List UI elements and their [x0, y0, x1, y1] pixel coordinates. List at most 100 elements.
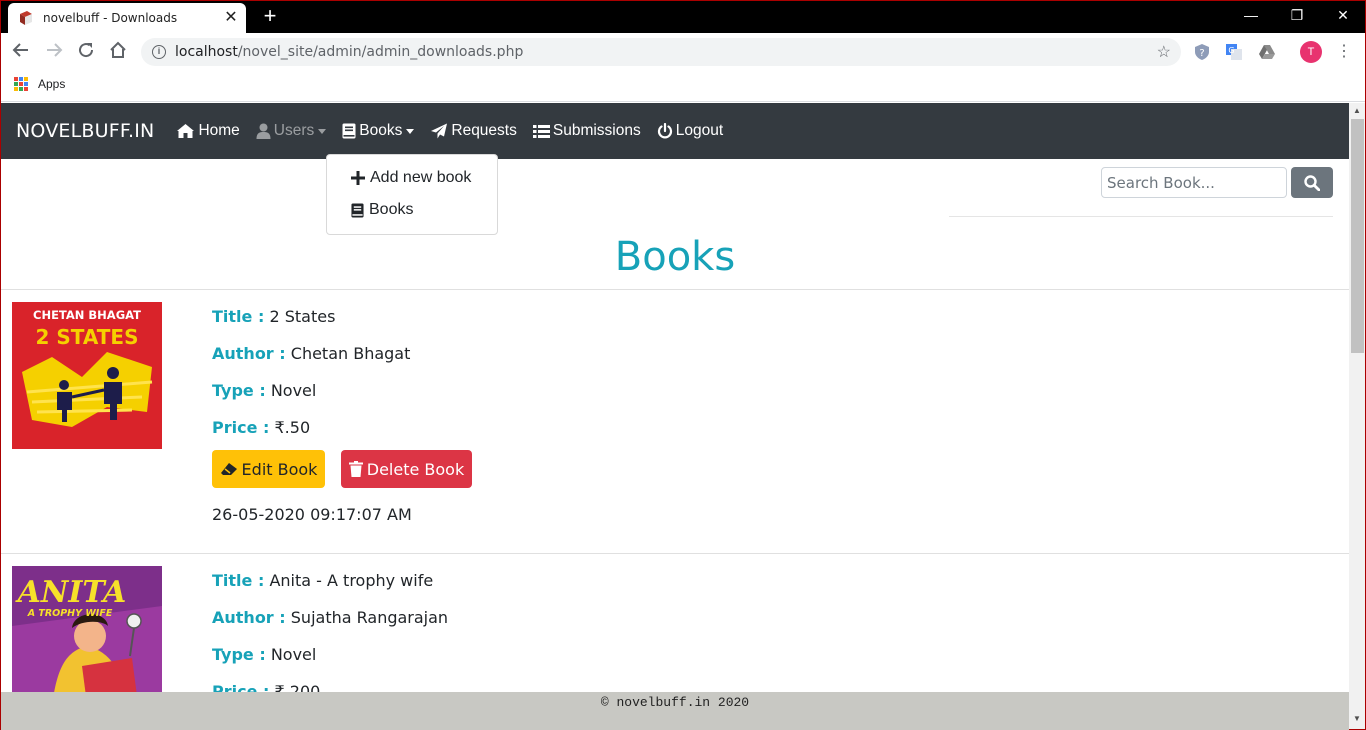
url-host: localhost [175, 44, 238, 60]
title-label: Title : [212, 571, 265, 590]
search-button[interactable] [1291, 167, 1333, 198]
nav-item-logout[interactable]: Logout [657, 122, 723, 140]
book-row: CHETAN BHAGAT 2 STATES Title : 2 States … [1, 290, 1349, 553]
address-url[interactable]: localhost/novel_site/admin/admin_downloa… [175, 44, 1157, 60]
book-price-field: Price : ₹.50 [212, 418, 310, 437]
book-author-field: Author : Sujatha Rangarajan [212, 608, 448, 627]
browser-titlebar: novelbuff - Downloads ✕ + ― ❐ ✕ [0, 0, 1366, 33]
edit-book-label: Edit Book [241, 459, 318, 479]
site-navbar: NOVELBUFF.IN Home Users Books Requests S… [1, 103, 1349, 159]
site-info-icon[interactable]: i [152, 45, 166, 59]
scroll-down-icon[interactable]: ▼ [1353, 714, 1361, 723]
cover-title-text: 2 STATES [35, 325, 138, 349]
list-icon [532, 124, 550, 138]
book-author: Sujatha Rangarajan [290, 608, 449, 627]
nav-item-home[interactable]: Home [176, 122, 240, 140]
page-scrollbar[interactable]: ▲ ▼ [1349, 103, 1366, 730]
nav-home-label: Home [198, 122, 240, 139]
minimize-icon[interactable]: ― [1228, 4, 1274, 28]
drive-extension-icon[interactable] [1258, 43, 1276, 61]
edit-book-button[interactable]: Edit Book [212, 450, 325, 488]
nav-submissions-label: Submissions [552, 122, 641, 139]
dropdown-item-books[interactable]: Books [351, 201, 413, 219]
book-type: Novel [270, 645, 317, 664]
profile-avatar[interactable]: T [1300, 41, 1322, 63]
cover-title-text: ANITA [15, 575, 127, 610]
user-icon [256, 123, 271, 139]
nav-item-users[interactable]: Users [256, 122, 327, 140]
new-tab-icon[interactable]: + [258, 5, 282, 29]
window-close-icon[interactable]: ✕ [1320, 4, 1366, 28]
reload-icon[interactable] [74, 41, 98, 65]
apps-shortcut[interactable]: Apps [14, 77, 65, 91]
nav-item-submissions[interactable]: Submissions [532, 122, 641, 140]
restore-icon[interactable]: ❐ [1274, 4, 1320, 28]
url-path: /novel_site/admin/admin_downloads.php [237, 44, 524, 60]
eraser-icon [220, 463, 237, 475]
type-label: Type : [212, 645, 266, 664]
plus-icon [351, 171, 365, 185]
trash-icon [348, 461, 363, 477]
svg-text:G: G [1228, 46, 1234, 55]
scrollbar-thumb[interactable] [1351, 119, 1364, 353]
book-author-field: Author : Chetan Bhagat [212, 344, 410, 363]
type-label: Type : [212, 381, 266, 400]
apps-grid-icon [14, 77, 28, 91]
book-title-field: Title : Anita - A trophy wife [212, 571, 433, 590]
browser-tab[interactable]: novelbuff - Downloads ✕ [8, 3, 246, 33]
svg-text:?: ? [1199, 48, 1204, 59]
dropdown-item-add-new-book[interactable]: Add new book [351, 169, 471, 187]
back-icon[interactable] [9, 41, 33, 65]
nav-logout-label: Logout [675, 122, 724, 139]
books-caret-icon [406, 128, 415, 134]
nav-requests-label: Requests [451, 122, 517, 139]
bookmark-star-icon[interactable]: ☆ [1157, 42, 1171, 62]
apps-label: Apps [38, 77, 66, 91]
page-viewport: NOVELBUFF.IN Home Users Books Requests S… [1, 103, 1349, 730]
nav-users-label: Users [273, 122, 315, 139]
author-label: Author : [212, 608, 286, 627]
search-input[interactable] [1101, 167, 1287, 198]
scroll-up-icon[interactable]: ▲ [1353, 106, 1361, 115]
cover-author-text: CHETAN BHAGAT [33, 308, 141, 322]
users-caret-icon [318, 128, 327, 134]
cover-subtitle-text: A TROPHY WIFE [27, 608, 113, 619]
book-title: 2 States [269, 307, 336, 326]
books-dropdown-menu: Add new book Books [326, 154, 498, 235]
delete-book-label: Delete Book [366, 459, 465, 479]
tab-title: novelbuff - Downloads [43, 11, 178, 25]
book-title: Anita - A trophy wife [269, 571, 434, 590]
paper-plane-icon [431, 123, 448, 139]
book-title-field: Title : 2 States [212, 307, 335, 326]
book-author: Chetan Bhagat [290, 344, 411, 363]
power-icon [657, 123, 672, 139]
address-bar[interactable]: i localhost/novel_site/admin/admin_downl… [141, 38, 1181, 66]
nav-item-requests[interactable]: Requests [430, 122, 517, 140]
home-browser-icon[interactable] [106, 41, 130, 65]
dropdown-books-label: Books [369, 201, 414, 218]
bookmarks-bar: Apps [0, 71, 1366, 102]
shield-extension-icon[interactable]: ? [1193, 43, 1211, 61]
book-timestamp: 26-05-2020 09:17:07 AM [212, 505, 412, 524]
book-icon [342, 123, 356, 139]
page-title: Books [614, 234, 736, 280]
nav-books-label: Books [359, 122, 403, 139]
author-label: Author : [212, 344, 286, 363]
price-label: Price : [212, 418, 270, 437]
forward-icon[interactable] [42, 41, 66, 65]
delete-book-button[interactable]: Delete Book [341, 450, 472, 488]
translate-extension-icon[interactable]: G [1225, 43, 1243, 61]
nav-item-books[interactable]: Books [342, 122, 415, 140]
dropdown-add-label: Add new book [370, 169, 472, 186]
book-cover-image: CHETAN BHAGAT 2 STATES [12, 302, 162, 449]
browser-menu-icon[interactable]: ⋮ [1336, 41, 1352, 63]
book-type: Novel [270, 381, 317, 400]
tab-close-icon[interactable]: ✕ [220, 10, 242, 26]
book-cover-image: ANITA A TROPHY WIFE [12, 566, 162, 713]
book-type-field: Type : Novel [212, 381, 316, 400]
search-icon [1304, 174, 1320, 191]
navbar-brand[interactable]: NOVELBUFF.IN [16, 120, 154, 142]
home-icon [177, 124, 195, 138]
book-price: ₹.50 [274, 418, 311, 437]
book-type-field: Type : Novel [212, 645, 316, 664]
